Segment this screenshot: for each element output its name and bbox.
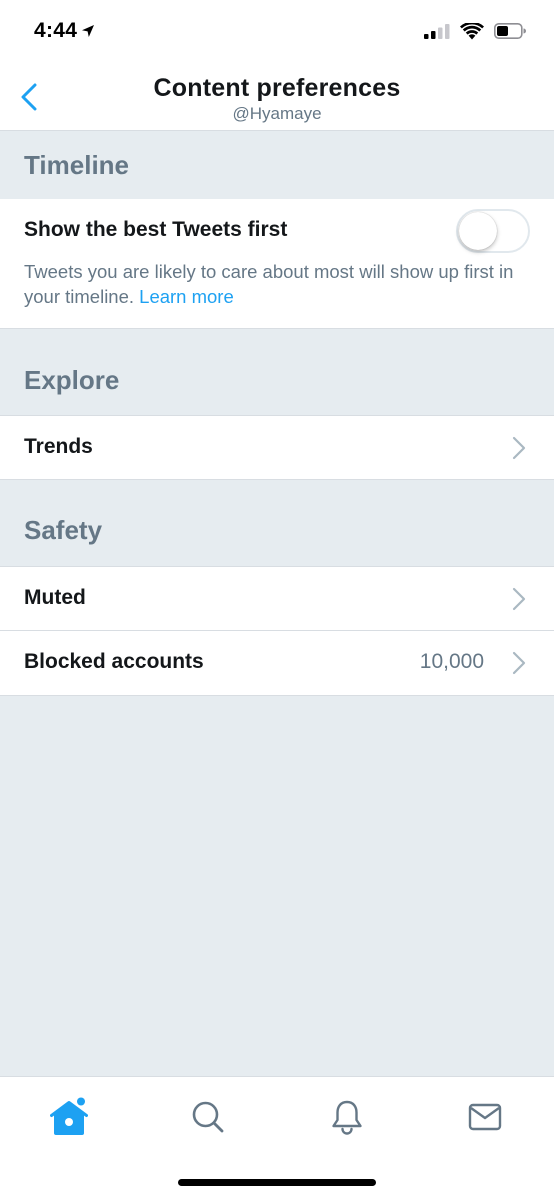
status-time: 4:44 bbox=[34, 19, 78, 42]
trends-label: Trends bbox=[24, 435, 93, 458]
account-handle: @Hyamaye bbox=[232, 104, 322, 123]
muted-label: Muted bbox=[24, 586, 86, 609]
best-tweets-description: Tweets you are likely to care about most… bbox=[24, 259, 524, 309]
tab-search[interactable] bbox=[188, 1097, 228, 1137]
trends-row[interactable]: Trends bbox=[0, 415, 554, 480]
tab-notifications[interactable] bbox=[327, 1097, 367, 1137]
best-tweets-toggle[interactable] bbox=[456, 209, 530, 253]
status-time-group: 4:44 bbox=[34, 19, 95, 43]
battery-icon bbox=[494, 23, 526, 39]
best-tweets-label: Show the best Tweets first bbox=[24, 218, 288, 241]
best-tweets-setting: Show the best Tweets first Tweets you ar… bbox=[0, 199, 554, 329]
home-icon bbox=[50, 1097, 88, 1135]
tab-home[interactable] bbox=[49, 1097, 89, 1137]
tab-messages[interactable] bbox=[465, 1097, 505, 1137]
content-preferences-screen: 4:44 Content preferences @Hyamaye Timeli… bbox=[0, 0, 554, 1200]
status-bar: 4:44 bbox=[0, 0, 554, 62]
learn-more-link[interactable]: Learn more bbox=[139, 286, 234, 307]
muted-row[interactable]: Muted bbox=[0, 566, 554, 631]
unread-dot bbox=[77, 1097, 85, 1106]
blocked-accounts-count: 10,000 bbox=[419, 650, 484, 673]
chevron-right-icon bbox=[512, 651, 526, 675]
best-tweets-description-text: Tweets you are likely to care about most… bbox=[24, 261, 514, 307]
notifications-bell-icon bbox=[332, 1100, 362, 1135]
page-title: Content preferences bbox=[153, 74, 401, 102]
section-header-explore: Explore bbox=[0, 330, 554, 415]
cellular-signal-icon bbox=[424, 24, 450, 39]
messages-envelope-icon bbox=[468, 1103, 502, 1131]
blocked-accounts-row[interactable]: Blocked accounts 10,000 bbox=[0, 631, 554, 696]
search-icon bbox=[192, 1101, 224, 1133]
location-arrow-icon bbox=[82, 25, 95, 37]
home-indicator bbox=[178, 1179, 376, 1186]
chevron-right-icon bbox=[512, 436, 526, 460]
navigation-bar: Content preferences @Hyamaye bbox=[0, 62, 554, 131]
blocked-accounts-label: Blocked accounts bbox=[24, 650, 204, 673]
status-icons bbox=[424, 22, 526, 40]
toggle-knob bbox=[459, 212, 497, 250]
section-header-safety: Safety bbox=[0, 480, 554, 566]
section-header-timeline: Timeline bbox=[0, 131, 554, 199]
wifi-icon bbox=[460, 22, 484, 39]
chevron-right-icon bbox=[512, 587, 526, 611]
